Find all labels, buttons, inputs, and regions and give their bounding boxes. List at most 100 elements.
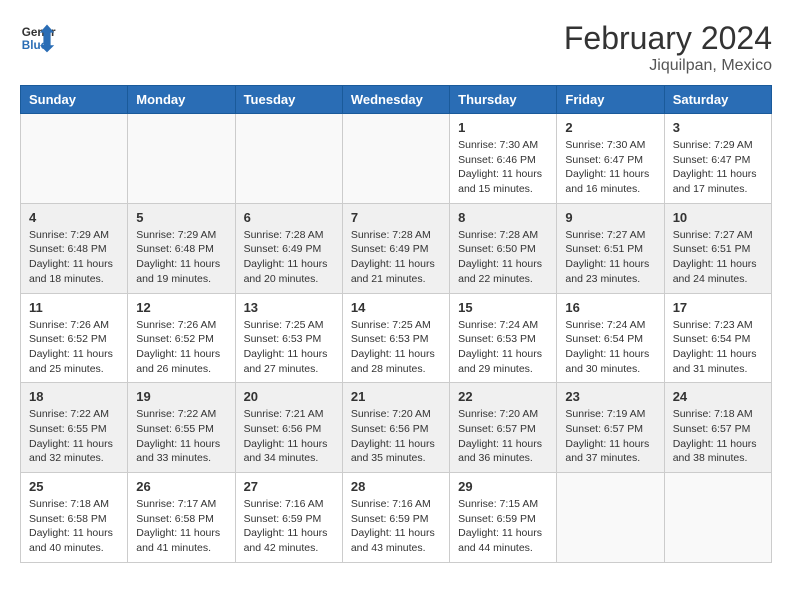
svg-text:General: General	[22, 26, 56, 39]
day-header-tuesday: Tuesday	[235, 86, 342, 114]
day-number: 5	[136, 210, 226, 225]
calendar-cell: 16 Sunrise: 7:24 AM Sunset: 6:54 PM Dayli…	[557, 293, 664, 383]
calendar-cell: 11Sunrise: 7:26 AM Sunset: 6:52 PM Dayli…	[21, 293, 128, 383]
main-title: February 2024	[564, 20, 772, 57]
calendar-cell: 5 Sunrise: 7:29 AM Sunset: 6:48 PM Daylig…	[128, 203, 235, 293]
calendar-week-row: 25Sunrise: 7:18 AM Sunset: 6:58 PM Dayli…	[21, 473, 772, 563]
calendar-week-row: 18Sunrise: 7:22 AM Sunset: 6:55 PM Dayli…	[21, 383, 772, 473]
day-number: 6	[244, 210, 334, 225]
day-info: Sunrise: 7:15 AM Sunset: 6:59 PM Dayligh…	[458, 497, 548, 556]
day-info: Sunrise: 7:18 AM Sunset: 6:57 PM Dayligh…	[673, 407, 763, 466]
day-number: 24	[673, 389, 763, 404]
calendar-cell: 15 Sunrise: 7:24 AM Sunset: 6:53 PM Dayli…	[450, 293, 557, 383]
day-info: Sunrise: 7:28 AM Sunset: 6:50 PM Dayligh…	[458, 228, 548, 287]
day-header-friday: Friday	[557, 86, 664, 114]
day-info: Sunrise: 7:24 AM Sunset: 6:53 PM Dayligh…	[458, 318, 548, 377]
day-info: Sunrise: 7:30 AM Sunset: 6:47 PM Dayligh…	[565, 138, 655, 197]
day-info: Sunrise: 7:29 AM Sunset: 6:48 PM Dayligh…	[136, 228, 226, 287]
calendar-cell	[557, 473, 664, 563]
day-number: 20	[244, 389, 334, 404]
calendar-cell: 20 Sunrise: 7:21 AM Sunset: 6:56 PM Dayli…	[235, 383, 342, 473]
day-info: Sunrise: 7:22 AM Sunset: 6:55 PM Dayligh…	[29, 407, 119, 466]
calendar-cell: 7 Sunrise: 7:28 AM Sunset: 6:49 PM Daylig…	[342, 203, 449, 293]
header: General Blue February 2024 Jiquilpan, Me…	[20, 20, 772, 75]
calendar-cell: 8 Sunrise: 7:28 AM Sunset: 6:50 PM Daylig…	[450, 203, 557, 293]
day-info: Sunrise: 7:28 AM Sunset: 6:49 PM Dayligh…	[351, 228, 441, 287]
calendar-week-row: 4Sunrise: 7:29 AM Sunset: 6:48 PM Daylig…	[21, 203, 772, 293]
day-number: 2	[565, 120, 655, 135]
calendar-cell	[235, 114, 342, 204]
calendar-week-row: 1 Sunrise: 7:30 AM Sunset: 6:46 PM Daylig…	[21, 114, 772, 204]
calendar-cell: 27 Sunrise: 7:16 AM Sunset: 6:59 PM Dayli…	[235, 473, 342, 563]
day-info: Sunrise: 7:20 AM Sunset: 6:57 PM Dayligh…	[458, 407, 548, 466]
day-number: 25	[29, 479, 119, 494]
day-number: 11	[29, 300, 119, 315]
calendar-cell: 23Sunrise: 7:19 AM Sunset: 6:57 PM Dayli…	[557, 383, 664, 473]
day-info: Sunrise: 7:16 AM Sunset: 6:59 PM Dayligh…	[351, 497, 441, 556]
day-info: Sunrise: 7:22 AM Sunset: 6:55 PM Dayligh…	[136, 407, 226, 466]
day-number: 27	[244, 479, 334, 494]
day-info: Sunrise: 7:25 AM Sunset: 6:53 PM Dayligh…	[244, 318, 334, 377]
day-header-saturday: Saturday	[664, 86, 771, 114]
day-number: 16	[565, 300, 655, 315]
logo: General Blue	[20, 20, 56, 56]
day-number: 21	[351, 389, 441, 404]
day-header-wednesday: Wednesday	[342, 86, 449, 114]
day-number: 12	[136, 300, 226, 315]
logo-icon: General Blue	[20, 20, 56, 56]
day-number: 29	[458, 479, 548, 494]
day-info: Sunrise: 7:26 AM Sunset: 6:52 PM Dayligh…	[136, 318, 226, 377]
day-number: 17	[673, 300, 763, 315]
calendar-cell: 10Sunrise: 7:27 AM Sunset: 6:51 PM Dayli…	[664, 203, 771, 293]
calendar-header-row: SundayMondayTuesdayWednesdayThursdayFrid…	[21, 86, 772, 114]
calendar-cell	[21, 114, 128, 204]
calendar-cell: 13 Sunrise: 7:25 AM Sunset: 6:53 PM Dayli…	[235, 293, 342, 383]
day-number: 7	[351, 210, 441, 225]
day-number: 13	[244, 300, 334, 315]
calendar-cell: 9 Sunrise: 7:27 AM Sunset: 6:51 PM Daylig…	[557, 203, 664, 293]
calendar-cell: 18Sunrise: 7:22 AM Sunset: 6:55 PM Dayli…	[21, 383, 128, 473]
day-info: Sunrise: 7:20 AM Sunset: 6:56 PM Dayligh…	[351, 407, 441, 466]
calendar-cell: 6 Sunrise: 7:28 AM Sunset: 6:49 PM Daylig…	[235, 203, 342, 293]
day-number: 10	[673, 210, 763, 225]
calendar-cell: 24 Sunrise: 7:18 AM Sunset: 6:57 PM Dayli…	[664, 383, 771, 473]
calendar-cell	[128, 114, 235, 204]
day-info: Sunrise: 7:28 AM Sunset: 6:49 PM Dayligh…	[244, 228, 334, 287]
day-number: 9	[565, 210, 655, 225]
day-info: Sunrise: 7:25 AM Sunset: 6:53 PM Dayligh…	[351, 318, 441, 377]
calendar-cell: 21 Sunrise: 7:20 AM Sunset: 6:56 PM Dayli…	[342, 383, 449, 473]
calendar-cell: 2 Sunrise: 7:30 AM Sunset: 6:47 PM Daylig…	[557, 114, 664, 204]
day-info: Sunrise: 7:24 AM Sunset: 6:54 PM Dayligh…	[565, 318, 655, 377]
calendar-cell: 17 Sunrise: 7:23 AM Sunset: 6:54 PM Dayli…	[664, 293, 771, 383]
calendar-cell: 3Sunrise: 7:29 AM Sunset: 6:47 PM Daylig…	[664, 114, 771, 204]
day-number: 3	[673, 120, 763, 135]
day-info: Sunrise: 7:17 AM Sunset: 6:58 PM Dayligh…	[136, 497, 226, 556]
day-number: 15	[458, 300, 548, 315]
calendar-cell	[664, 473, 771, 563]
calendar-cell: 12 Sunrise: 7:26 AM Sunset: 6:52 PM Dayli…	[128, 293, 235, 383]
day-number: 23	[565, 389, 655, 404]
day-info: Sunrise: 7:21 AM Sunset: 6:56 PM Dayligh…	[244, 407, 334, 466]
day-number: 28	[351, 479, 441, 494]
day-info: Sunrise: 7:16 AM Sunset: 6:59 PM Dayligh…	[244, 497, 334, 556]
day-number: 14	[351, 300, 441, 315]
day-info: Sunrise: 7:29 AM Sunset: 6:48 PM Dayligh…	[29, 228, 119, 287]
day-header-monday: Monday	[128, 86, 235, 114]
day-number: 22	[458, 389, 548, 404]
day-number: 1	[458, 120, 548, 135]
day-info: Sunrise: 7:30 AM Sunset: 6:46 PM Dayligh…	[458, 138, 548, 197]
calendar-cell: 25Sunrise: 7:18 AM Sunset: 6:58 PM Dayli…	[21, 473, 128, 563]
calendar: SundayMondayTuesdayWednesdayThursdayFrid…	[20, 85, 772, 563]
day-header-thursday: Thursday	[450, 86, 557, 114]
calendar-cell: 29 Sunrise: 7:15 AM Sunset: 6:59 PM Dayli…	[450, 473, 557, 563]
day-number: 26	[136, 479, 226, 494]
calendar-week-row: 11 Sunrise: 7:26 AM Sunset: 6:52 PM Dayli…	[21, 293, 772, 383]
calendar-cell: 19 Sunrise: 7:22 AM Sunset: 6:55 PM Dayli…	[128, 383, 235, 473]
calendar-cell	[342, 114, 449, 204]
day-header-sunday: Sunday	[21, 86, 128, 114]
title-area: February 2024 Jiquilpan, Mexico	[564, 20, 772, 75]
day-info: Sunrise: 7:27 AM Sunset: 6:51 PM Dayligh…	[565, 228, 655, 287]
day-number: 19	[136, 389, 226, 404]
day-info: Sunrise: 7:23 AM Sunset: 6:54 PM Dayligh…	[673, 318, 763, 377]
day-number: 8	[458, 210, 548, 225]
